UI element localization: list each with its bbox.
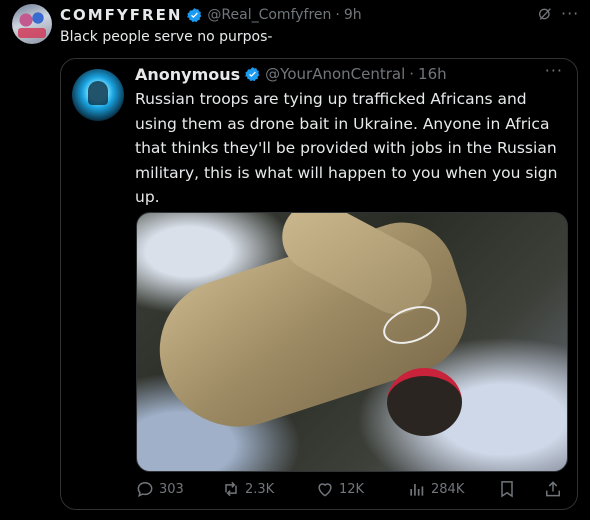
repost-count: 2.3K [245,481,275,497]
quoted-avatar[interactable] [72,69,124,121]
quoted-display-name[interactable]: Anonymous [135,65,240,84]
verified-badge-icon [245,66,260,81]
post-video-thumbnail[interactable] [136,212,568,472]
figure-head-shape [387,368,462,436]
quoted-post-text: Russian troops are tying up trafficked A… [135,90,558,206]
bookmark-button[interactable] [497,479,521,499]
share-icon [546,481,560,497]
outer-display-name[interactable]: COMFYFREN [60,6,182,24]
views-button[interactable]: 284K [407,479,464,499]
like-icon [318,483,332,497]
outer-separator: · [335,7,340,23]
quoted-more-icon[interactable]: ··· [545,61,563,80]
reply-button[interactable]: 303 [135,479,184,499]
quoted-time[interactable]: 16h [418,65,447,83]
repost-icon [225,481,237,497]
share-button[interactable] [543,479,567,499]
reply-count: 303 [159,481,184,497]
bookmark-icon [501,481,513,498]
outer-handle[interactable]: @Real_Comfyfren [207,7,331,23]
outer-time[interactable]: 9h [344,7,362,23]
like-button[interactable]: 12K [315,479,364,499]
verified-badge-icon [187,7,202,22]
action-bar: 303 2.3K 12K 284K [135,479,565,503]
repost-button[interactable]: 2.3K [221,479,274,499]
quoted-separator: · [409,65,415,83]
quoted-post-card[interactable]: Anonymous @YourAnonCentral · 16h ··· Rus… [60,58,578,510]
like-count: 12K [339,481,365,497]
views-icon [410,484,424,496]
views-count: 284K [431,481,465,497]
quoted-handle[interactable]: @YourAnonCentral [265,65,405,83]
outer-more-icon[interactable]: ··· [561,4,579,23]
outer-post-text: Black people serve no purpos- [60,29,273,45]
outer-avatar[interactable] [12,4,52,44]
quoted-post-header: Anonymous @YourAnonCentral · 16h [135,63,447,85]
outer-post-header: COMFYFREN @Real_Comfyfren · 9h [60,5,362,25]
grok-icon[interactable] [537,6,553,22]
reply-icon [137,481,153,498]
